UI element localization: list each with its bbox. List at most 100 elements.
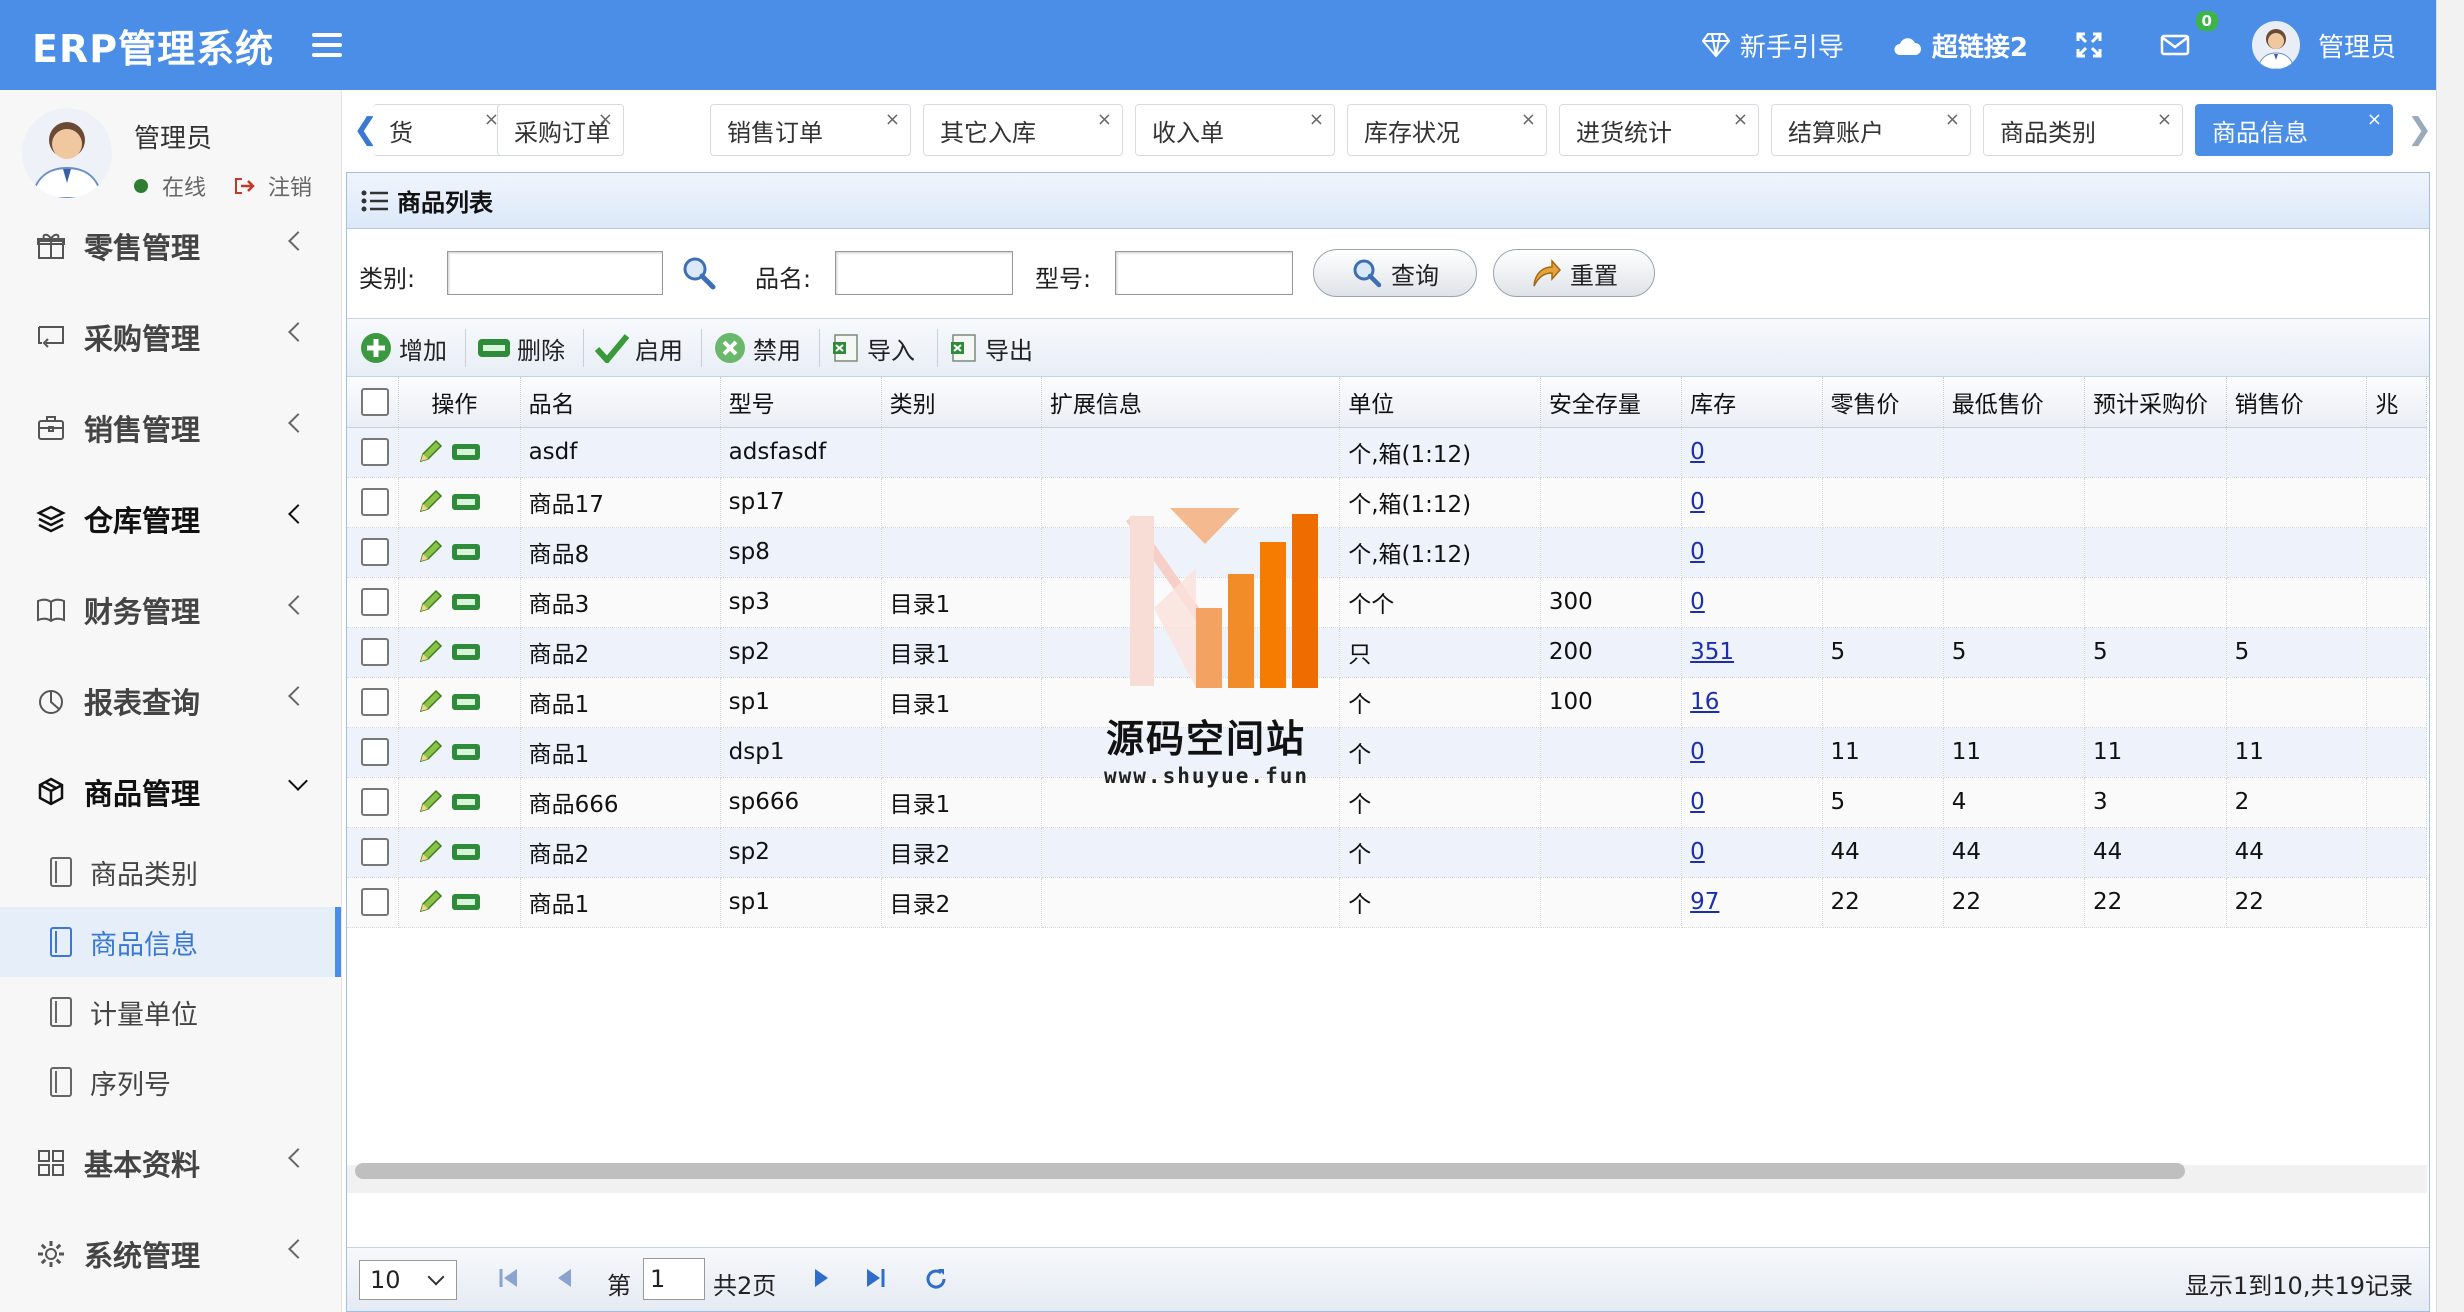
row-checkbox[interactable] [361,738,389,766]
column-header[interactable]: 操作 [398,377,521,428]
table-row[interactable]: 商品8 sp8 个,箱(1:12) 0 [347,527,2427,578]
reset-button[interactable]: 重置 [1493,249,1655,297]
row-checkbox[interactable] [361,588,389,616]
search-icon[interactable] [681,255,717,291]
stock-link[interactable]: 0 [1690,539,1705,565]
table-row[interactable]: 商品1 sp1 目录1 个 100 16 [347,677,2427,728]
tab-goods-info[interactable]: 商品信息 × [2195,104,2393,156]
last-page-icon[interactable] [863,1266,887,1290]
logout-link[interactable]: 注销 [268,170,312,202]
tab-partial[interactable]: 货 × [373,104,510,156]
sidebar-item-goods[interactable]: 商品管理 [0,746,341,837]
disable-row-icon[interactable] [451,792,481,812]
add-button[interactable]: 增加 [359,319,447,377]
disable-row-icon[interactable] [451,892,481,912]
table-row[interactable]: 商品3 sp3 目录1 个个 300 0 [347,577,2427,628]
delete-button[interactable]: 删除 [477,319,565,377]
select-all-checkbox[interactable] [361,387,389,416]
row-checkbox[interactable] [361,438,389,466]
disable-button[interactable]: 禁用 [713,319,801,377]
prev-page-icon[interactable] [553,1266,577,1290]
table-row[interactable]: 商品1 sp1 目录2 个 97 22 22 22 22 [347,877,2427,928]
tab-stock-status[interactable]: 库存状况 × [1347,104,1547,156]
edit-icon[interactable] [417,439,443,465]
edit-icon[interactable] [417,689,443,715]
menu-toggle-icon[interactable] [312,33,343,57]
tab-scroll-right-icon[interactable]: ❯ [2407,112,2432,147]
category-input[interactable] [447,251,663,295]
horizontal-scrollbar[interactable] [347,1163,2427,1193]
mail-button[interactable]: 0 [2160,11,2218,57]
close-icon[interactable]: × [1733,109,1748,130]
stock-link[interactable]: 0 [1690,739,1705,765]
column-header[interactable]: 单位 [1339,377,1541,428]
sidebar-item-sales[interactable]: 销售管理 [0,382,341,473]
column-header[interactable]: 零售价 [1822,377,1944,428]
sidebar-sub-unit[interactable]: 计量单位 [0,977,341,1047]
close-icon[interactable]: × [2367,109,2382,130]
tab-settlement[interactable]: 结算账户 × [1771,104,1971,156]
row-checkbox[interactable] [361,688,389,716]
fullscreen-button[interactable] [2076,32,2112,58]
row-checkbox[interactable] [361,488,389,516]
close-icon[interactable]: × [1097,109,1112,130]
enable-button[interactable]: 启用 [595,319,683,377]
edit-icon[interactable] [417,589,443,615]
disable-row-icon[interactable] [451,442,481,462]
disable-row-icon[interactable] [451,842,481,862]
column-header[interactable]: 类别 [881,377,1042,428]
edit-icon[interactable] [417,839,443,865]
column-header[interactable]: 兆 [2366,377,2427,428]
model-input[interactable] [1115,251,1293,295]
column-header[interactable]: 型号 [720,377,882,428]
tab-purchase-order[interactable]: 采购订单 × [497,104,624,156]
row-checkbox[interactable] [361,788,389,816]
row-checkbox[interactable] [361,538,389,566]
disable-row-icon[interactable] [451,542,481,562]
query-button[interactable]: 查询 [1313,249,1477,297]
edit-icon[interactable] [417,889,443,915]
export-button[interactable]: 导出 [949,319,1033,377]
close-icon[interactable]: × [2157,109,2172,130]
sidebar-item-system[interactable]: 系统管理 [0,1208,341,1299]
sidebar-sub-serial[interactable]: 序列号 [0,1047,341,1117]
edit-icon[interactable] [417,789,443,815]
next-page-icon[interactable] [809,1266,833,1290]
stock-link[interactable]: 16 [1690,689,1719,715]
table-row[interactable]: 商品17 sp17 个,箱(1:12) 0 [347,477,2427,528]
edit-icon[interactable] [417,739,443,765]
stock-link[interactable]: 0 [1690,839,1705,865]
stock-link[interactable]: 97 [1690,889,1719,915]
disable-row-icon[interactable] [451,742,481,762]
sidebar-item-basic[interactable]: 基本资料 [0,1117,341,1208]
tab-sales-order[interactable]: 销售订单 × [710,104,911,156]
column-header[interactable]: 销售价 [2226,377,2368,428]
sidebar-item-reports[interactable]: 报表查询 [0,655,341,746]
column-header[interactable]: 库存 [1681,377,1823,428]
sidebar-item-retail[interactable]: 零售管理 [0,200,341,291]
close-icon[interactable]: × [885,109,900,130]
window-scrollbar[interactable] [2436,0,2464,1312]
disable-row-icon[interactable] [451,692,481,712]
close-icon[interactable]: × [1945,109,1960,130]
table-row[interactable]: 商品2 sp2 目录1 只 200 351 5 5 5 5 [347,627,2427,678]
table-row[interactable]: 商品666 sp666 目录1 个 0 5 4 3 2 [347,777,2427,828]
disable-row-icon[interactable] [451,642,481,662]
stock-link[interactable]: 0 [1690,489,1705,515]
close-icon[interactable]: × [1521,109,1536,130]
stock-link[interactable]: 0 [1690,589,1705,615]
table-row[interactable]: 商品1 dsp1 个 0 11 11 11 11 [347,727,2427,778]
column-header[interactable]: 安全存量 [1540,377,1683,428]
tab-income[interactable]: 收入单 × [1135,104,1335,156]
column-header[interactable]: 扩展信息 [1041,377,1341,428]
import-button[interactable]: 导入 [831,319,915,377]
name-input[interactable] [835,251,1013,295]
column-header[interactable]: 品名 [520,377,721,428]
row-checkbox[interactable] [361,638,389,666]
refresh-icon[interactable] [923,1266,949,1292]
sidebar-sub-category[interactable]: 商品类别 [0,837,341,907]
guide-link[interactable]: 新手引导 [1701,27,1844,64]
column-header[interactable]: 最低售价 [1943,377,2085,428]
disable-row-icon[interactable] [451,592,481,612]
page-number-input[interactable]: 1 [643,1258,705,1300]
